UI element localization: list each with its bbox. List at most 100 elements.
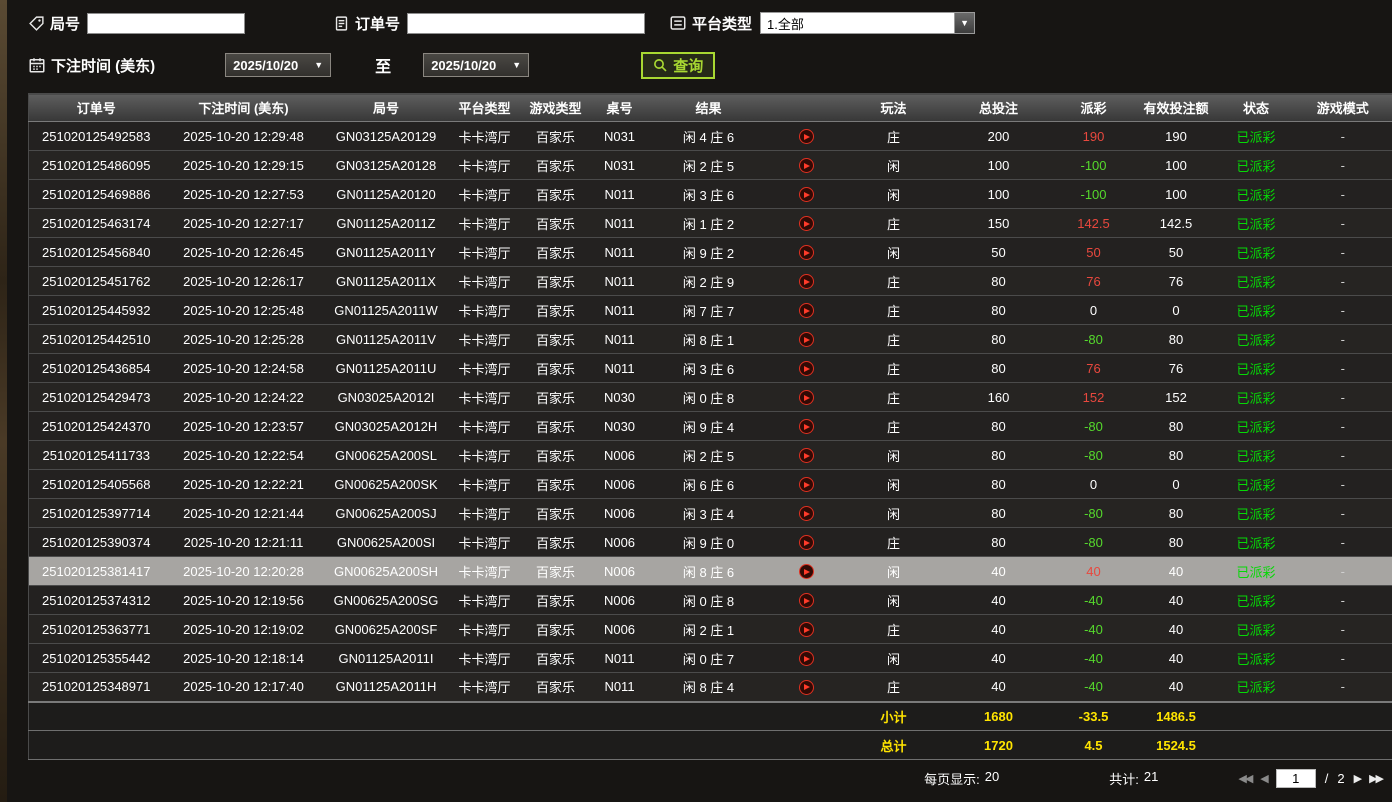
first-page-icon[interactable]: ◀◀: [1238, 772, 1253, 785]
cell-play-type: 庄: [843, 527, 944, 557]
table-row[interactable]: 251020125390374 2025-10-20 12:21:11 GN00…: [28, 527, 1392, 557]
platform-filter-label: 平台类型: [692, 15, 753, 33]
pagination-bar: 每页显示: 20 共计: 21 ◀◀ ◀ / 2 ▶ ▶▶: [28, 760, 1392, 796]
table-row[interactable]: 251020125355442 2025-10-20 12:18:14 GN01…: [28, 643, 1392, 673]
cell-game-mode: -: [1293, 382, 1392, 412]
cell-table-no: N031: [590, 150, 649, 180]
cell-order-no: 251020125348971: [28, 672, 164, 702]
table-row[interactable]: 251020125445932 2025-10-20 12:25:48 GN01…: [28, 295, 1392, 325]
col-header-order: 订单号: [28, 93, 164, 122]
cell-play-type: 庄: [843, 208, 944, 238]
cell-play-type: 庄: [843, 353, 944, 383]
cell-total-bet: 80: [943, 324, 1054, 354]
table-row[interactable]: 251020125424370 2025-10-20 12:23:57 GN03…: [28, 411, 1392, 441]
replay-icon[interactable]: [798, 622, 814, 638]
table-row[interactable]: 251020125348971 2025-10-20 12:17:40 GN01…: [28, 672, 1392, 702]
subtotal-row: 小计 1680 -33.5 1486.5: [28, 700, 1392, 731]
cell-table-no: N011: [590, 324, 649, 354]
cell-table-no: N006: [590, 614, 649, 644]
replay-icon[interactable]: [798, 216, 814, 232]
cell-total-bet: 200: [943, 121, 1054, 151]
cell-game-type: 百家乐: [520, 643, 591, 673]
round-input[interactable]: [87, 12, 246, 34]
table-row[interactable]: 251020125436854 2025-10-20 12:24:58 GN01…: [28, 353, 1392, 383]
cell-platform: 卡卡湾厅: [448, 353, 521, 383]
replay-icon[interactable]: [798, 390, 814, 406]
replay-icon[interactable]: [798, 245, 814, 261]
page-number-input[interactable]: [1275, 768, 1316, 788]
cell-round-no: GN00625A200SI: [323, 527, 449, 557]
table-row[interactable]: 251020125405568 2025-10-20 12:22:21 GN00…: [28, 469, 1392, 499]
table-row[interactable]: 251020125463174 2025-10-20 12:27:17 GN01…: [28, 208, 1392, 238]
table-row[interactable]: 251020125486095 2025-10-20 12:29:15 GN03…: [28, 150, 1392, 180]
cell-table-no: N011: [590, 237, 649, 267]
table-row[interactable]: 251020125411733 2025-10-20 12:22:54 GN00…: [28, 440, 1392, 470]
cell-game-mode: -: [1293, 614, 1392, 644]
date-from-picker[interactable]: 2025/10/20 ▼: [225, 53, 332, 77]
replay-icon[interactable]: [798, 679, 814, 695]
col-header-status: 状态: [1218, 93, 1294, 122]
replay-icon[interactable]: [798, 535, 814, 551]
cell-total-bet: 150: [943, 208, 1054, 238]
cell-result: 闲 3 庄 6: [648, 179, 769, 209]
table-row[interactable]: 251020125456840 2025-10-20 12:26:45 GN01…: [28, 237, 1392, 267]
table-row[interactable]: 251020125397714 2025-10-20 12:21:44 GN00…: [28, 498, 1392, 528]
bet-time-filter-label: 下注时间 (美东): [51, 57, 156, 75]
cell-result: 闲 0 庄 7: [648, 643, 769, 673]
cell-game-mode: -: [1293, 411, 1392, 441]
next-page-icon[interactable]: ▶: [1354, 772, 1363, 785]
table-row[interactable]: 251020125469886 2025-10-20 12:27:53 GN01…: [28, 179, 1392, 209]
replay-icon[interactable]: [798, 332, 814, 348]
cell-game-type: 百家乐: [520, 672, 591, 702]
cell-result: 闲 0 庄 8: [648, 585, 769, 615]
list-icon: [669, 14, 687, 32]
cell-total-bet: 80: [943, 527, 1054, 557]
cell-status: 已派彩: [1218, 295, 1294, 325]
replay-icon[interactable]: [798, 477, 814, 493]
cell-replay: [768, 440, 844, 470]
cell-play-type: 闲: [843, 237, 944, 267]
replay-icon[interactable]: [798, 506, 814, 522]
replay-icon[interactable]: [798, 129, 814, 145]
table-row[interactable]: 251020125492583 2025-10-20 12:29:48 GN03…: [28, 121, 1392, 151]
cell-game-mode: -: [1293, 150, 1392, 180]
cell-table-no: N006: [590, 556, 649, 586]
cell-status: 已派彩: [1218, 469, 1294, 499]
total-row: 总计 1720 4.5 1524.5: [28, 730, 1392, 760]
replay-icon[interactable]: [798, 187, 814, 203]
table-row[interactable]: 251020125381417 2025-10-20 12:20:28 GN00…: [28, 556, 1392, 586]
replay-icon[interactable]: [798, 303, 814, 319]
cell-valid-bet: 40: [1133, 643, 1219, 673]
cell-payout: -40: [1053, 672, 1134, 702]
replay-icon[interactable]: [798, 274, 814, 290]
cell-platform: 卡卡湾厅: [448, 295, 521, 325]
platform-select[interactable]: 1.全部 ▼: [760, 12, 976, 34]
prev-page-icon[interactable]: ◀: [1260, 772, 1269, 785]
cell-bet-time: 2025-10-20 12:27:17: [163, 208, 324, 238]
replay-icon[interactable]: [798, 361, 814, 377]
replay-icon[interactable]: [798, 593, 814, 609]
cell-table-no: N030: [590, 411, 649, 441]
order-input[interactable]: [407, 12, 646, 34]
replay-icon[interactable]: [798, 448, 814, 464]
table-row[interactable]: 251020125374312 2025-10-20 12:19:56 GN00…: [28, 585, 1392, 615]
replay-icon[interactable]: [798, 419, 814, 435]
replay-icon[interactable]: [798, 651, 814, 667]
table-row[interactable]: 251020125363771 2025-10-20 12:19:02 GN00…: [28, 614, 1392, 644]
last-page-icon[interactable]: ▶▶: [1369, 772, 1384, 785]
date-to-picker[interactable]: 2025/10/20 ▼: [423, 53, 530, 77]
cell-replay: [768, 266, 844, 296]
order-filter-label: 订单号: [355, 15, 401, 33]
replay-icon[interactable]: [798, 158, 814, 174]
round-filter-label: 局号: [50, 15, 81, 33]
cell-table-no: N030: [590, 382, 649, 412]
table-row[interactable]: 251020125442510 2025-10-20 12:25:28 GN01…: [28, 324, 1392, 354]
table-row[interactable]: 251020125451762 2025-10-20 12:26:17 GN01…: [28, 266, 1392, 296]
cell-round-no: GN03125A20129: [323, 121, 449, 151]
query-button[interactable]: 查询: [641, 51, 716, 79]
table-row[interactable]: 251020125429473 2025-10-20 12:24:22 GN03…: [28, 382, 1392, 412]
cell-status: 已派彩: [1218, 672, 1294, 702]
replay-icon[interactable]: [798, 564, 814, 580]
cell-play-type: 庄: [843, 614, 944, 644]
cell-result: 闲 9 庄 0: [648, 527, 769, 557]
